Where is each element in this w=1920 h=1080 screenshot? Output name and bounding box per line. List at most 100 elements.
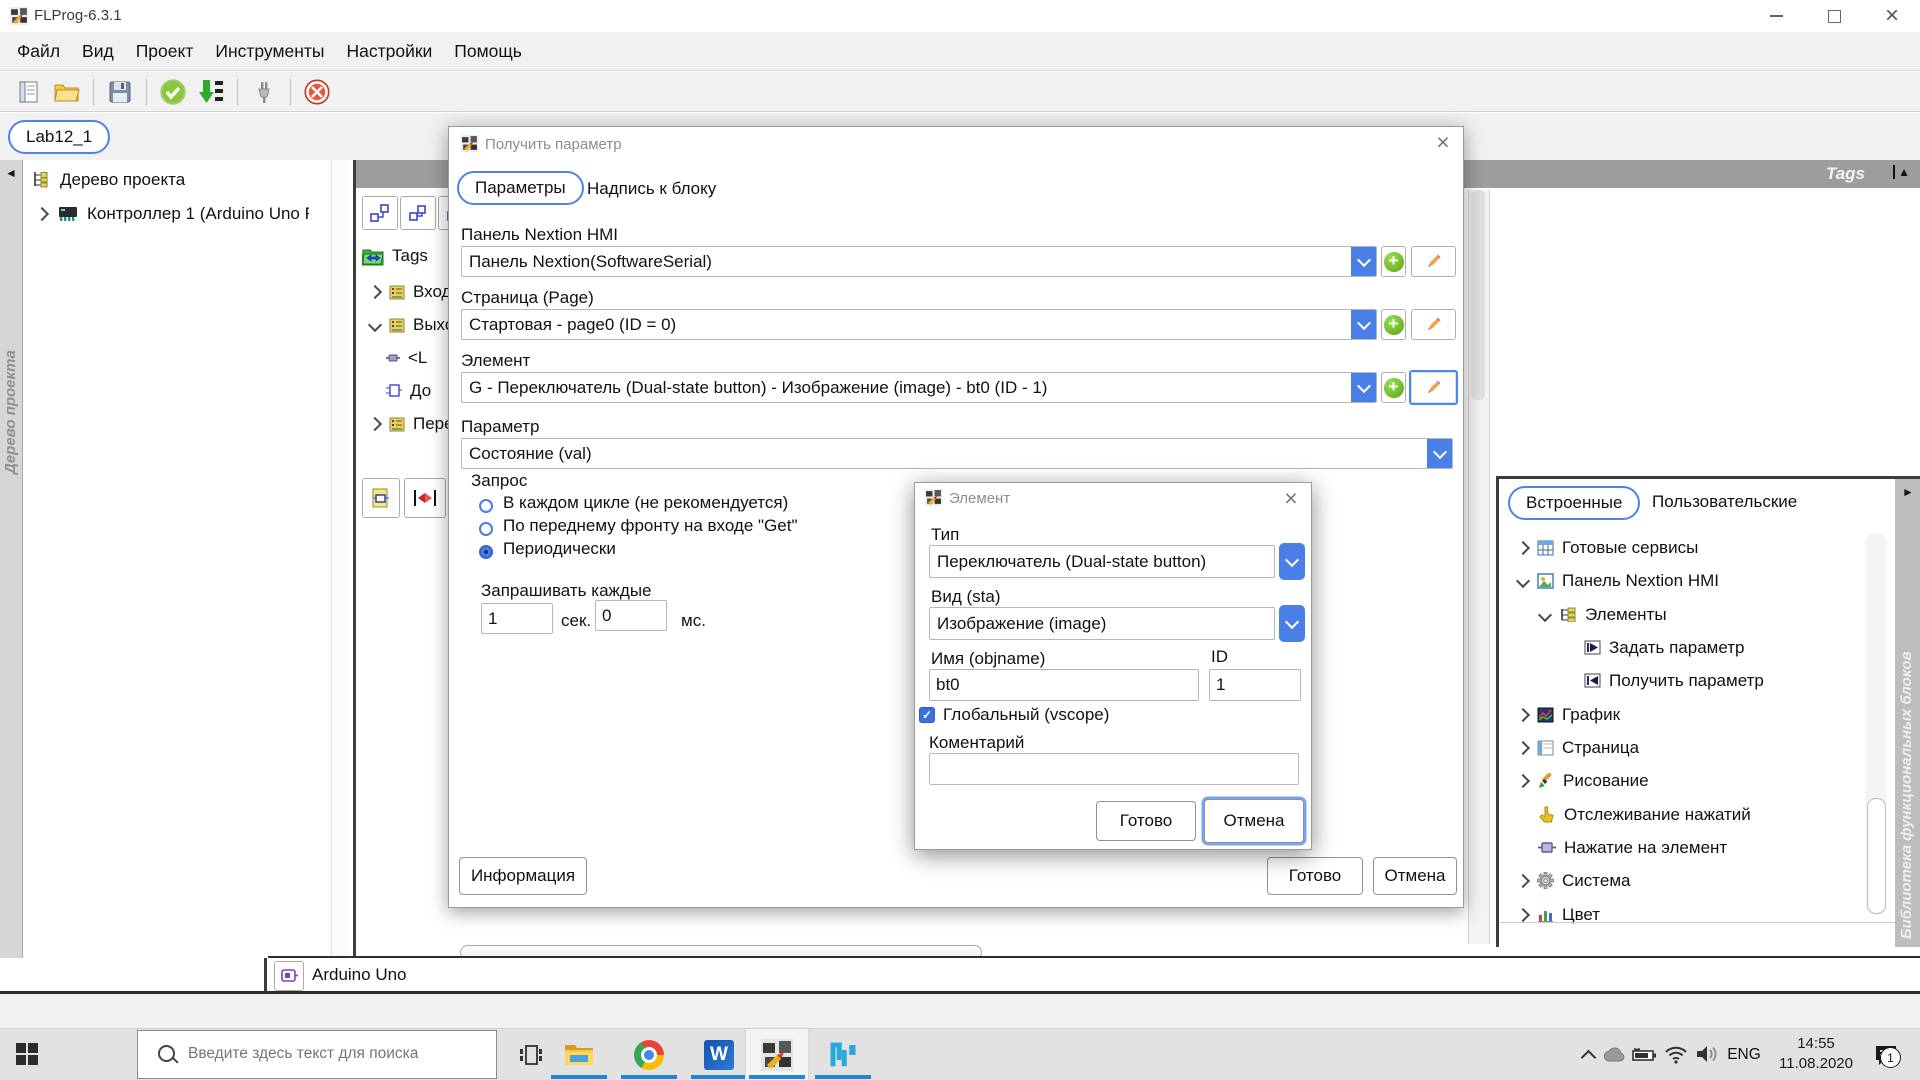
parameter-select[interactable]: Состояние (val) xyxy=(461,438,1453,469)
project-tree-root[interactable]: Дерево проекта xyxy=(31,170,185,190)
radio-periodic-label[interactable]: Периодически xyxy=(503,539,616,559)
lib-item-get-param[interactable]: Получить параметр xyxy=(1500,664,1890,697)
volume-tray-icon[interactable] xyxy=(1692,1041,1722,1067)
global-checkbox[interactable] xyxy=(919,707,935,723)
nextion-editor-button[interactable] xyxy=(812,1029,874,1080)
wifi-tray-icon[interactable] xyxy=(1662,1041,1690,1067)
lib-item-chart[interactable]: График xyxy=(1500,698,1890,731)
lib-item-page[interactable]: Страница xyxy=(1500,731,1890,764)
chrome-button[interactable] xyxy=(618,1029,680,1080)
align-button[interactable] xyxy=(404,478,446,518)
close-button[interactable] xyxy=(1864,0,1920,32)
chevron-right-icon[interactable] xyxy=(1516,540,1530,554)
minimize-button[interactable] xyxy=(1748,0,1804,32)
taskbar-search[interactable] xyxy=(137,1030,497,1079)
collapse-right-icon[interactable]: ► xyxy=(1902,486,1914,498)
dialog-close-icon[interactable] xyxy=(1431,130,1455,154)
controller-status-icon[interactable] xyxy=(274,961,304,991)
file-explorer-button[interactable] xyxy=(548,1029,610,1080)
chevron-right-icon[interactable] xyxy=(1516,873,1530,887)
add-panel-button[interactable] xyxy=(1381,246,1406,277)
menu-project[interactable]: Проект xyxy=(125,41,205,62)
radio-every-cycle[interactable] xyxy=(479,499,493,513)
chevron-right-icon[interactable] xyxy=(35,207,49,221)
chevron-down-icon[interactable] xyxy=(368,318,382,332)
dialog-cancel-button[interactable]: Отмена xyxy=(1373,857,1457,895)
chevron-right-icon[interactable] xyxy=(1516,773,1530,787)
chevron-right-icon[interactable] xyxy=(368,285,382,299)
chevron-right-icon[interactable] xyxy=(1516,740,1530,754)
search-input[interactable] xyxy=(186,1044,480,1064)
canvas-toolbar-button-2[interactable] xyxy=(400,196,436,230)
menu-file[interactable]: Файл xyxy=(6,41,71,62)
stop-icon[interactable] xyxy=(302,77,332,107)
tray-expand-button[interactable] xyxy=(1576,1043,1600,1067)
menu-settings[interactable]: Настройки xyxy=(335,41,443,62)
library-vscrollbar[interactable] xyxy=(1866,533,1886,915)
edit-element-button[interactable] xyxy=(1409,370,1458,405)
element-select[interactable]: G - Переключатель (Dual-state button) - … xyxy=(461,372,1377,403)
tags-root-row[interactable]: Tags xyxy=(362,246,428,266)
lib-item-elements[interactable]: Элементы xyxy=(1500,598,1890,631)
view-select[interactable]: Изображение (image) xyxy=(929,607,1275,640)
save-project-icon[interactable] xyxy=(105,77,135,107)
radio-rising-edge-label[interactable]: По переднему фронту на входе "Get" xyxy=(503,516,798,536)
tab-block-caption[interactable]: Надпись к блоку xyxy=(587,179,716,199)
global-checkbox-label[interactable]: Глобальный (vscope) xyxy=(943,705,1109,725)
collapse-left-icon[interactable]: ◄ xyxy=(5,167,17,179)
type-select[interactable]: Переключатель (Dual-state button) xyxy=(929,545,1275,578)
tab-parameters[interactable]: Параметры xyxy=(457,171,584,205)
milliseconds-input[interactable] xyxy=(595,600,667,631)
info-button[interactable]: Информация xyxy=(459,857,587,895)
element-dialog-close-icon[interactable] xyxy=(1279,486,1303,510)
tab-builtin[interactable]: Встроенные xyxy=(1508,486,1640,520)
open-project-icon[interactable] xyxy=(52,77,82,107)
edit-page-button[interactable] xyxy=(1411,309,1456,340)
taskbar-clock[interactable]: 14:55 11.08.2020 xyxy=(1768,1034,1864,1076)
check-icon[interactable] xyxy=(158,77,188,107)
library-vscrollbar-thumb[interactable] xyxy=(1867,798,1886,914)
lib-item-nextion-panel[interactable]: Панель Nextion HMI xyxy=(1500,564,1890,597)
menu-tools[interactable]: Инструменты xyxy=(204,41,335,62)
onedrive-tray-icon[interactable] xyxy=(1600,1043,1628,1067)
edit-panel-button[interactable] xyxy=(1411,246,1456,277)
comment-input[interactable] xyxy=(929,753,1299,785)
tree-item-controller[interactable]: Контроллер 1 (Arduino Uno R3) xyxy=(37,204,327,224)
lib-item-draw[interactable]: Рисование xyxy=(1500,764,1890,797)
chevron-right-icon[interactable] xyxy=(1516,907,1530,921)
lib-item-touch-tracking[interactable]: Отслеживание нажатий xyxy=(1500,798,1890,831)
dropdown-chevron-icon[interactable] xyxy=(1351,246,1376,277)
library-divider-v[interactable] xyxy=(1496,476,1499,947)
tab-project[interactable]: Lab12_1 xyxy=(8,120,110,154)
radio-every-cycle-label[interactable]: В каждом цикле (не рекомендуется) xyxy=(503,493,788,513)
dropdown-chevron-icon[interactable] xyxy=(1351,309,1376,340)
panel-select[interactable]: Панель Nextion(SoftwareSerial) xyxy=(461,246,1377,277)
radio-rising-edge[interactable] xyxy=(479,522,493,536)
action-center-button[interactable]: 1 xyxy=(1866,1039,1906,1071)
dialog-ok-button[interactable]: Готово xyxy=(1267,857,1363,895)
id-input[interactable] xyxy=(1209,669,1301,701)
add-page-button[interactable] xyxy=(1381,309,1406,340)
dropdown-chevron-icon[interactable] xyxy=(1427,438,1452,469)
element-cancel-button[interactable]: Отмена xyxy=(1204,799,1304,843)
chevron-right-icon[interactable] xyxy=(1516,707,1530,721)
tags-row-block[interactable]: До xyxy=(386,381,431,401)
language-indicator[interactable]: ENG xyxy=(1722,1043,1766,1067)
menu-view[interactable]: Вид xyxy=(71,41,125,62)
maximize-button[interactable] xyxy=(1806,0,1862,32)
canvas-toolbar-button-1[interactable] xyxy=(362,196,398,230)
battery-tray-icon[interactable] xyxy=(1630,1043,1660,1067)
sort-icon[interactable] xyxy=(1893,165,1910,179)
new-project-icon[interactable] xyxy=(14,77,44,107)
tab-user[interactable]: Пользовательские xyxy=(1652,492,1797,512)
page-select[interactable]: Стартовая - page0 (ID = 0) xyxy=(461,309,1377,340)
add-element-button[interactable] xyxy=(1381,372,1406,403)
lib-item-services[interactable]: Готовые сервисы xyxy=(1500,531,1890,564)
screenshot-button[interactable] xyxy=(362,478,400,518)
lib-item-set-param[interactable]: Задать параметр xyxy=(1500,631,1890,664)
canvas-vscrollbar[interactable] xyxy=(1468,190,1490,944)
objname-input[interactable] xyxy=(929,669,1199,701)
dropdown-chevron-icon[interactable] xyxy=(1279,605,1305,642)
start-button[interactable] xyxy=(0,1029,48,1080)
tags-row-variables[interactable]: Пере xyxy=(370,414,454,434)
